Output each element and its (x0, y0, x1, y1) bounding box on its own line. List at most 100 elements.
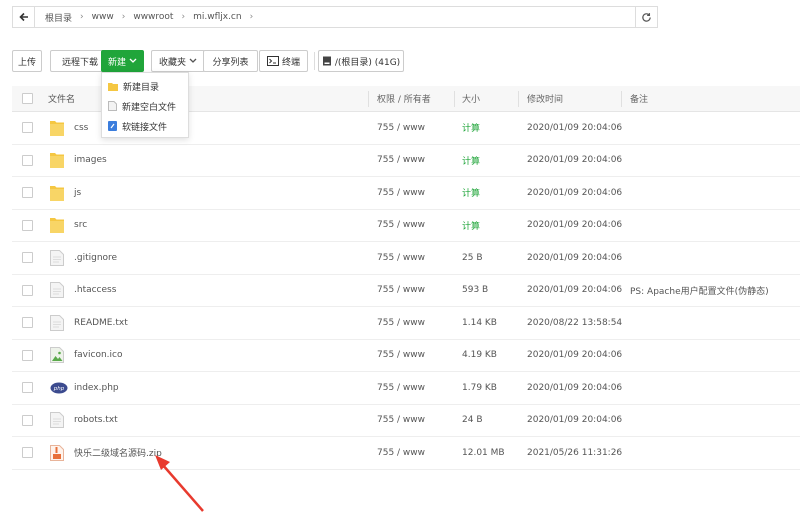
file-permission[interactable]: 755 / www (377, 307, 425, 339)
file-size[interactable]: 计算 (462, 112, 480, 144)
table-row[interactable]: 快乐二级域名源码.zip 755 / www 12.01 MB 2021/05/26 … (12, 437, 800, 470)
row-checkbox[interactable] (22, 307, 33, 339)
file-permission[interactable]: 755 / www (377, 437, 425, 469)
header-size[interactable]: 大小 (462, 86, 480, 111)
file-name[interactable]: index.php (74, 372, 119, 404)
table-row[interactable]: .gitignore 755 / www 25 B 2020/01/09 20:04:… (12, 242, 800, 275)
checkbox-box (22, 447, 33, 459)
checkbox-box (22, 154, 33, 166)
share-list-button[interactable]: 分享列表 (203, 50, 258, 72)
folder-icon (50, 112, 64, 144)
file-name[interactable]: README.txt (74, 307, 128, 339)
checkbox-box (22, 349, 33, 361)
file-size: 25 B (462, 252, 483, 263)
checkbox-box (22, 382, 33, 394)
upload-button[interactable]: 上传 (12, 50, 42, 72)
arrow-left-icon (18, 12, 28, 22)
file-modified-time: 2020/01/09 20:04:06 (527, 285, 623, 296)
menu-item-new-folder[interactable]: 新建目录 (102, 76, 188, 96)
row-checkbox[interactable] (22, 210, 33, 242)
file-name[interactable]: images (74, 145, 107, 177)
table-row[interactable]: robots.txt 755 / www 24 B 2020/01/09 20:04:… (12, 405, 800, 437)
table-row[interactable]: js 755 / www 计算 2020/01/09 20:04:06 (12, 177, 800, 210)
file-permission[interactable]: 755 / www (377, 340, 425, 372)
file-name[interactable]: js (74, 177, 81, 209)
file-modified-time: 2020/01/09 20:04:06 (527, 252, 623, 263)
new-button[interactable]: 新建 (101, 50, 144, 72)
breadcrumb-item[interactable]: wwwroot (129, 12, 177, 22)
zip-file-icon (50, 437, 64, 469)
file-permission[interactable]: 755 / www (377, 210, 425, 242)
favorites-button[interactable]: 收藏夹 (151, 50, 205, 72)
file-name[interactable]: .gitignore (74, 242, 117, 274)
table-row[interactable]: README.txt 755 / www 1.14 KB 2020/08/22 13:… (12, 307, 800, 340)
svg-text:php: php (53, 386, 65, 392)
row-checkbox[interactable] (22, 340, 33, 372)
file-size[interactable]: 计算 (462, 177, 480, 209)
file-permission[interactable]: 755 / www (377, 405, 425, 437)
file-permission[interactable]: 755 / www (377, 177, 425, 209)
menu-item-symlink[interactable]: 软链接文件 (102, 116, 188, 136)
terminal-icon (266, 56, 279, 66)
file-modified-time: 2021/05/26 11:31:26 (527, 447, 623, 458)
file-modified-time: 2020/01/09 20:04:06 (527, 382, 623, 393)
row-checkbox[interactable] (22, 145, 33, 177)
file-size: 1.79 KB (462, 382, 497, 393)
file-size[interactable]: 计算 (462, 145, 480, 177)
row-checkbox[interactable] (22, 372, 33, 404)
checkbox-box (22, 187, 33, 199)
row-checkbox[interactable] (22, 275, 33, 307)
chevron-down-icon (129, 58, 137, 63)
header-divider (518, 91, 519, 107)
file-permission[interactable]: 755 / www (377, 112, 425, 144)
table-row[interactable]: images 755 / www 计算 2020/01/09 20:04:06 (12, 145, 800, 177)
disk-button[interactable]: /(根目录) (41G) (318, 50, 404, 72)
file-permission[interactable]: 755 / www (377, 145, 425, 177)
file-modified-time: 2020/08/22 13:58:54 (527, 317, 623, 328)
header-name[interactable]: 文件名 (48, 86, 75, 111)
file-permission[interactable]: 755 / www (377, 242, 425, 274)
file-size[interactable]: 计算 (462, 210, 480, 242)
file-name[interactable]: 快乐二级域名源码.zip (74, 437, 162, 469)
folder-icon (108, 82, 118, 91)
file-name[interactable]: robots.txt (74, 405, 118, 437)
table-row[interactable]: favicon.ico 755 / www 4.19 KB 2020/01/09 20… (12, 340, 800, 372)
header-perm[interactable]: 权限 / 所有者 (377, 86, 431, 111)
checkbox-box (22, 252, 33, 264)
breadcrumb-item[interactable]: www (88, 12, 118, 22)
breadcrumb-item[interactable]: 根目录 (41, 11, 76, 24)
file-permission[interactable]: 755 / www (377, 372, 425, 404)
row-checkbox[interactable] (22, 112, 33, 144)
menu-item-new-file[interactable]: 新建空白文件 (102, 96, 188, 116)
row-checkbox[interactable] (22, 405, 33, 437)
folder-icon (50, 210, 64, 242)
table-row[interactable]: src 755 / www 计算 2020/01/09 20:04:06 (12, 210, 800, 242)
file-icon (50, 307, 64, 339)
file-icon (50, 275, 64, 307)
refresh-button[interactable] (635, 7, 657, 27)
file-modified-time: 2020/01/09 20:04:06 (527, 220, 623, 231)
back-button[interactable] (13, 7, 35, 27)
row-checkbox[interactable] (22, 177, 33, 209)
php-file-icon: php (50, 372, 68, 404)
file-name[interactable]: .htaccess (74, 275, 116, 307)
file-name[interactable]: css (74, 112, 88, 144)
file-modified-time: 2020/01/09 20:04:06 (527, 415, 623, 426)
terminal-button[interactable]: 终端 (259, 50, 308, 72)
toolbar-divider (314, 52, 315, 70)
chevron-right-icon: › (121, 12, 126, 22)
row-checkbox[interactable] (22, 437, 33, 469)
file-name[interactable]: favicon.ico (74, 340, 123, 372)
header-time[interactable]: 修改时间 (527, 86, 563, 111)
file-icon (108, 101, 117, 111)
file-icon (50, 405, 64, 437)
breadcrumb: 根目录 › www › wwwroot › mi.wfljx.cn › (35, 7, 635, 27)
row-checkbox[interactable] (22, 242, 33, 274)
file-modified-time: 2020/01/09 20:04:06 (527, 155, 623, 166)
table-row[interactable]: php index.php 755 / www 1.79 KB 2020/01/09 2… (12, 372, 800, 405)
select-all-checkbox[interactable] (22, 86, 33, 111)
breadcrumb-item[interactable]: mi.wfljx.cn (189, 12, 246, 22)
file-permission[interactable]: 755 / www (377, 275, 425, 307)
table-row[interactable]: .htaccess 755 / www 593 B 2020/01/09 20:04:… (12, 275, 800, 307)
file-name[interactable]: src (74, 210, 87, 242)
